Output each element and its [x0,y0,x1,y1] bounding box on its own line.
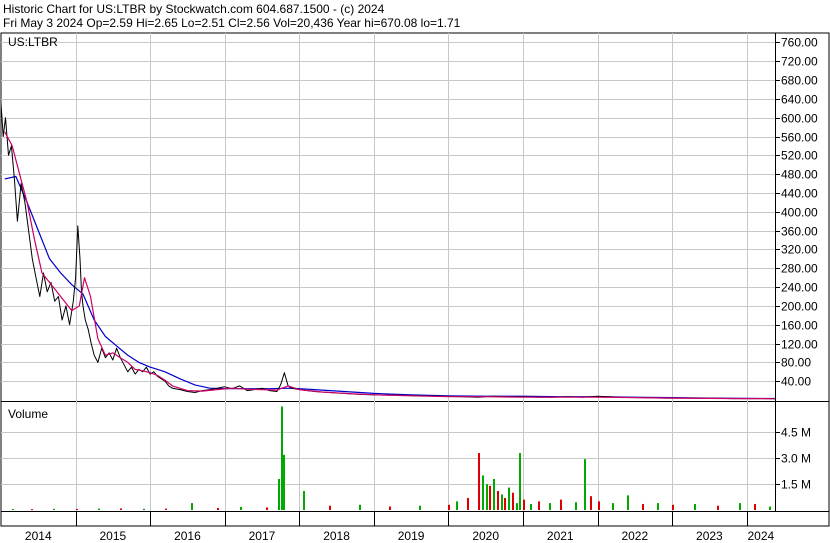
price-tick-label: 200.00 [781,300,818,314]
volume-bar [489,485,491,510]
price-line [0,103,776,400]
year-label: 2017 [249,529,276,543]
volume-bar [497,491,499,510]
volume-bar [769,506,771,510]
volume-bar [482,475,484,510]
chart-frame [0,32,830,527]
price-tick-label: 320.00 [781,243,818,257]
price-axis: 40.00 80.00 120.00 160.00 200.00 240.00 280.00… [775,36,818,389]
price-tick-label: 240.00 [781,281,818,295]
volume-bar [456,501,458,510]
year-label: 2014 [25,529,52,543]
volume-bar [467,497,469,510]
volume-bar [120,508,122,510]
volume-bar [504,497,506,510]
volume-bar [519,453,521,510]
volume-bar [739,503,741,510]
year-label: 2015 [99,529,126,543]
volume-bar [419,505,421,510]
volume-bar [584,459,586,510]
volume-bar [501,494,503,510]
price-tick-label: 360.00 [781,225,818,239]
outer-frame [0,32,830,527]
volume-bar [657,503,659,510]
volume-bar [575,502,577,510]
volume-bar [590,496,592,510]
volume-bar [266,507,268,510]
year-label: 2024 [747,529,774,543]
volume-bar [143,508,145,510]
symbol-label: US:LTBR [8,35,58,49]
volume-bar [530,503,532,510]
volume-bar [12,508,14,510]
volume-bar [598,501,600,510]
volume-bar [359,504,361,510]
volume-bar [523,499,525,510]
price-tick-label: 520.00 [781,149,818,163]
price-tick-label: 600.00 [781,112,818,126]
price-tick-label: 560.00 [781,131,818,145]
year-label: 2018 [323,529,350,543]
volume-bar [76,508,78,510]
volume-bar [53,508,55,510]
volume-tick-label: 3.0 M [781,452,811,466]
price-tick-label: 400.00 [781,206,818,220]
volume-bar [389,506,391,510]
volume-bar [508,487,510,510]
volume-bar [538,501,540,510]
volume-bar [217,507,219,510]
price-tick-label: 480.00 [781,168,818,182]
volume-bar [283,454,285,510]
stock-chart: 40.00 80.00 120.00 160.00 200.00 240.00 280.00… [0,32,830,543]
price-tick-label: 760.00 [781,36,818,50]
volume-bar [191,503,193,510]
year-label: 2022 [621,529,648,543]
volume-bar [516,503,518,510]
volume-bar [303,491,305,510]
year-axis: 2014 2015 2016 2017 2018 2019 2020 2021 2022 2023… [25,511,775,543]
year-label: 2019 [398,529,425,543]
volume-bar [717,505,719,510]
volume-bar [642,503,644,510]
volume-tick-label: 4.5 M [781,426,811,440]
volume-bar [98,508,100,510]
price-tick-label: 640.00 [781,93,818,107]
volume-bar [165,508,167,510]
year-label: 2020 [472,529,499,543]
price-tick-label: 440.00 [781,187,818,201]
volume-bar [694,503,696,510]
price-tick-label: 80.00 [781,356,811,370]
volume-bar [560,499,562,510]
year-label: 2016 [174,529,201,543]
volume-bar [512,492,514,510]
price-tick-label: 160.00 [781,319,818,333]
year-label: 2023 [696,529,723,543]
volume-bar [549,503,551,510]
volume-bar [486,484,488,510]
volume-bar [754,503,756,510]
price-tick-label: 280.00 [781,262,818,276]
price-tick-label: 680.00 [781,74,818,88]
volume-bar [478,453,480,510]
volume-bar [31,509,33,511]
price-grid [1,33,775,511]
volume-bar [672,504,674,510]
price-tick-label: 40.00 [781,375,811,389]
price-tick-label: 720.00 [781,55,818,69]
volume-bar [627,495,629,510]
price-series [0,103,776,400]
volume-bar [448,504,450,510]
volume-axis: 1.5 M 3.0 M 4.5 M [775,426,811,492]
volume-label: Volume [8,407,48,421]
volume-bar [612,503,614,510]
volume-bar [240,506,242,510]
year-label: 2021 [547,529,574,543]
volume-tick-label: 1.5 M [781,478,811,492]
volume-bar [329,505,331,510]
volume-bar [493,478,495,510]
volume-grid [1,432,775,485]
volume-bar [281,406,283,510]
price-tick-label: 120.00 [781,338,818,352]
volume-bar [278,478,280,510]
